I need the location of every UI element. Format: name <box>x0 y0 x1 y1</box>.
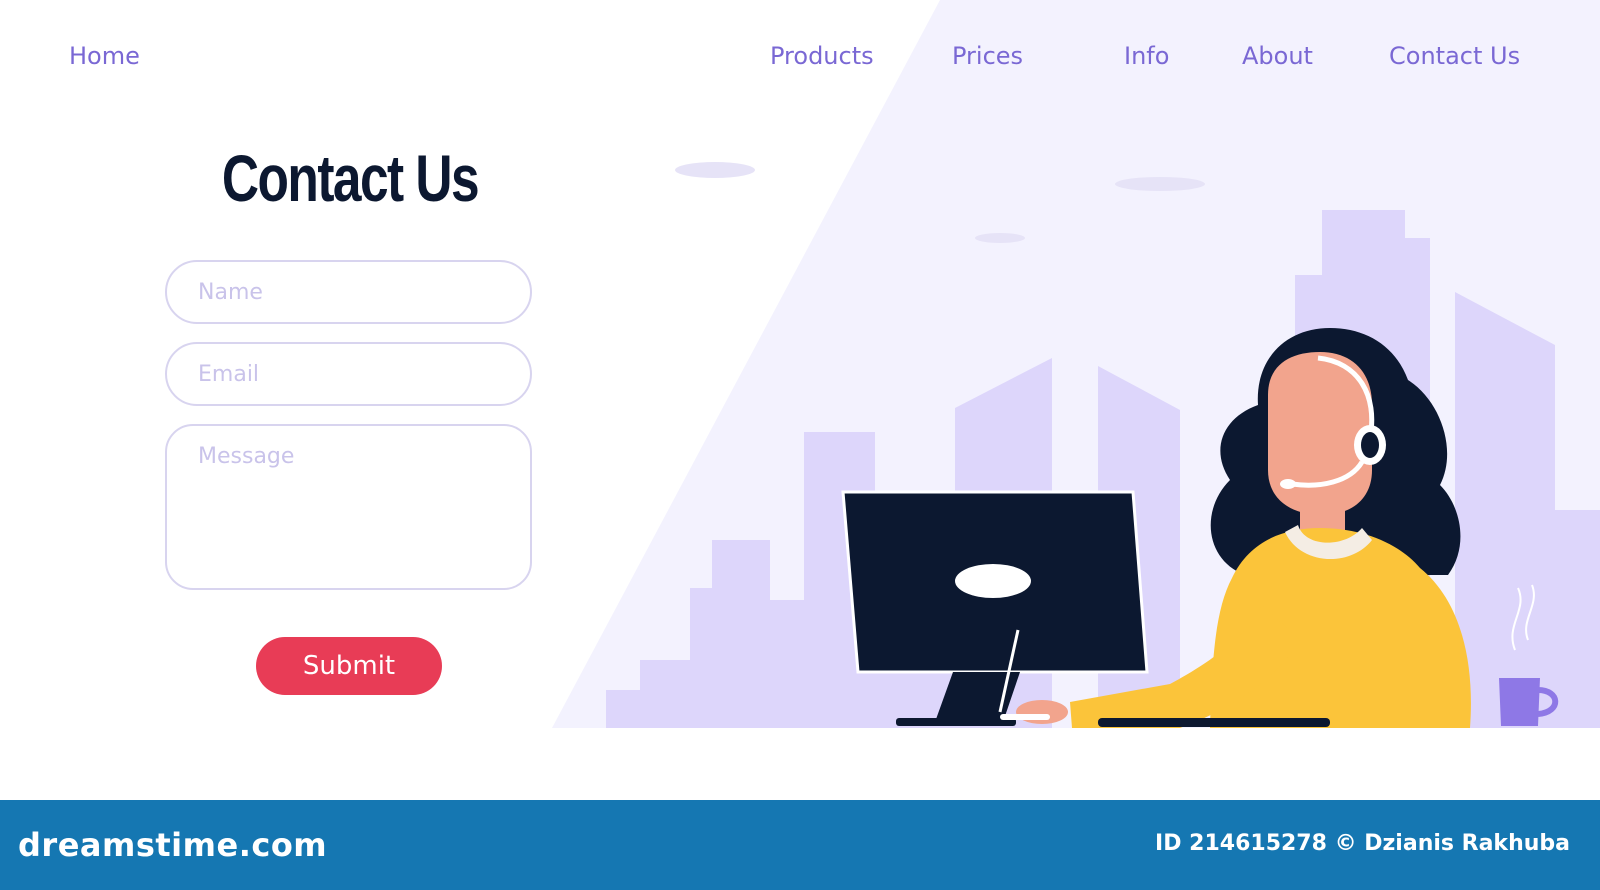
message-field[interactable] <box>165 424 532 590</box>
contact-page: Home Products Prices Info About Contact … <box>0 0 1600 890</box>
keyboard <box>1098 718 1330 727</box>
nav-about[interactable]: About <box>1242 40 1313 72</box>
submit-button[interactable]: Submit <box>256 637 442 695</box>
footer-credit: ID 214615278 © Dzianis Rakhuba <box>1155 831 1570 856</box>
page-title: Contact Us <box>221 141 480 215</box>
nav-home[interactable]: Home <box>69 40 140 72</box>
nav-contact-us[interactable]: Contact Us <box>1389 40 1520 72</box>
nav-prices[interactable]: Prices <box>952 40 1023 72</box>
hand <box>1016 700 1068 724</box>
email-field[interactable] <box>165 342 532 406</box>
nav-info[interactable]: Info <box>1124 40 1169 72</box>
name-field[interactable] <box>165 260 532 324</box>
footer-bar: dreamstime.com ID 214615278 © Dzianis Ra… <box>0 800 1600 890</box>
footer-logo: dreamstime.com <box>18 826 328 864</box>
nav-products[interactable]: Products <box>770 40 874 72</box>
keyboard-top <box>1000 714 1050 720</box>
